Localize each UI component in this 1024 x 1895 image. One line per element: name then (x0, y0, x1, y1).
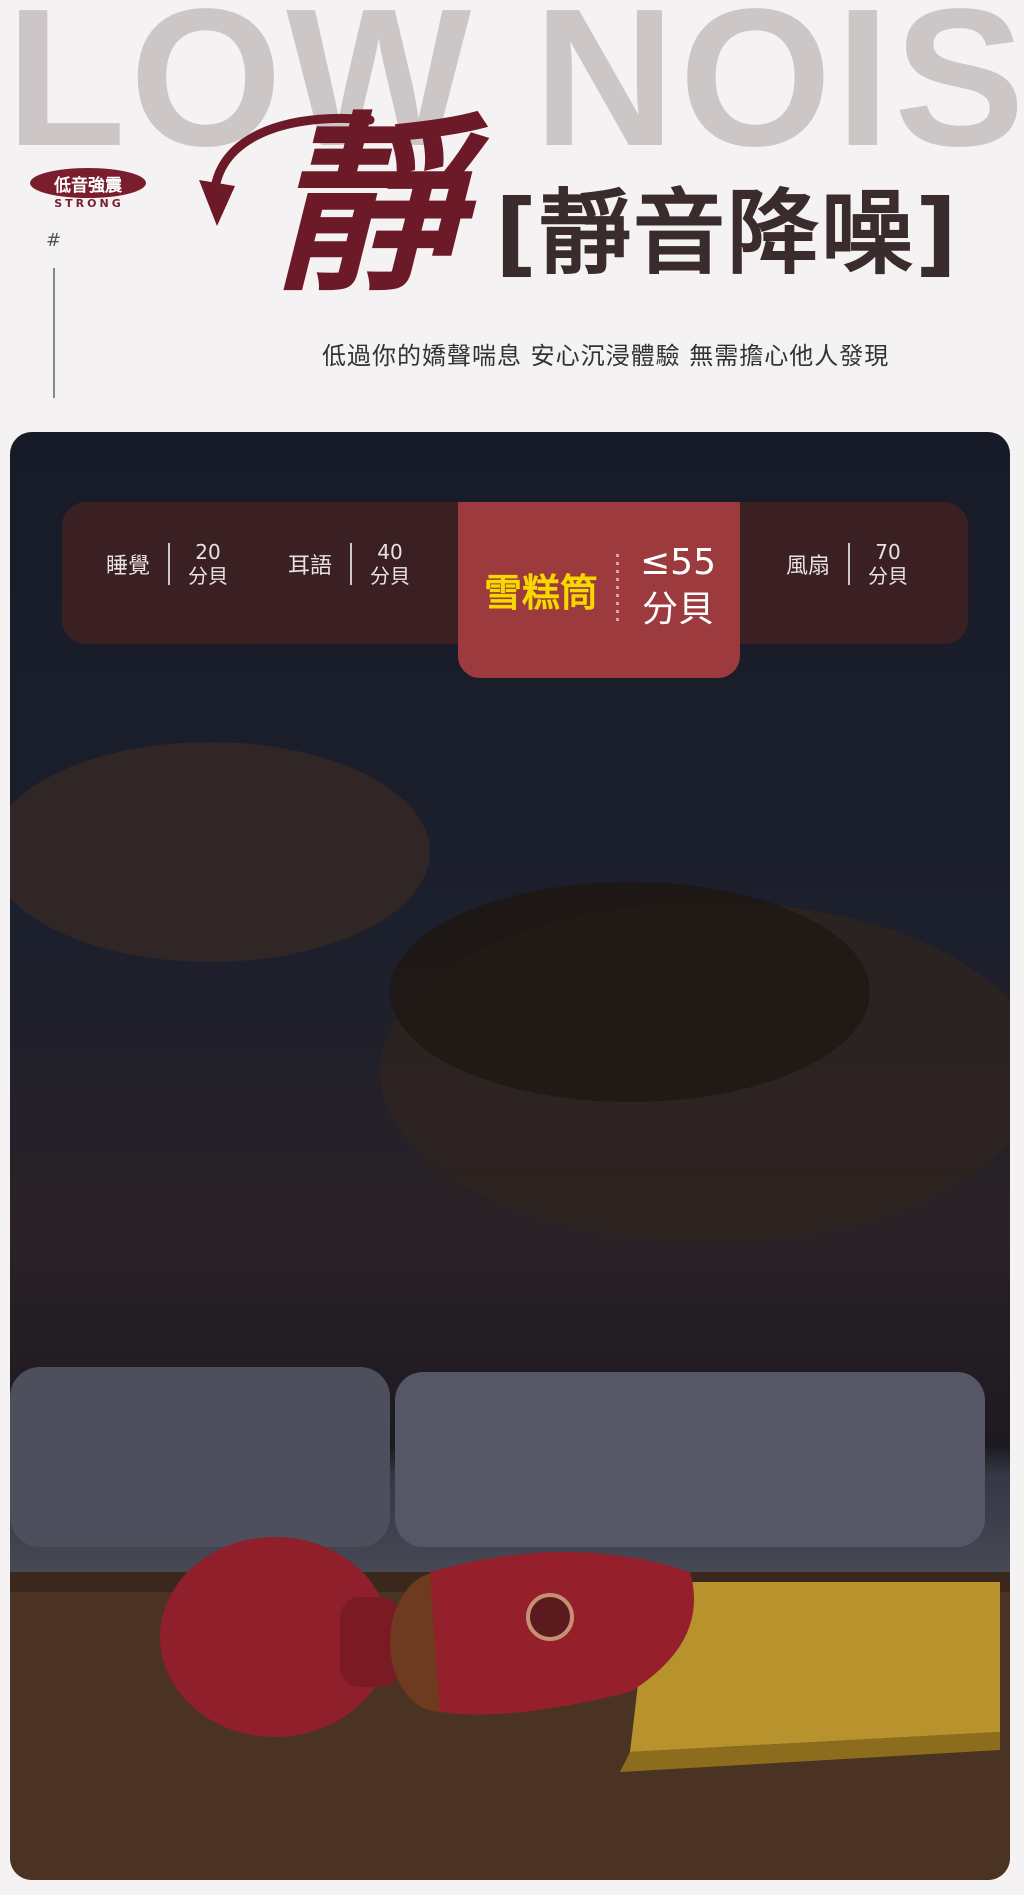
noise-item-unit: 分貝 (370, 564, 411, 588)
noise-item-unit: 分貝 (188, 564, 229, 588)
vertical-divider (53, 268, 55, 398)
noise-item-value: 20 (195, 540, 221, 564)
noise-item-unit: 分貝 (868, 564, 909, 588)
noise-item-fan: 風扇 70 分貝 (786, 540, 908, 588)
noise-item-divider (168, 543, 171, 585)
noise-item-value: 70 (875, 540, 901, 564)
strong-badge: 低音強震 (30, 168, 146, 198)
page-title: [靜音降噪] (495, 180, 960, 287)
noise-item-divider (848, 543, 851, 585)
highlight-product-name: 雪糕筒 (484, 571, 599, 615)
badge-text: 低音強震 (54, 175, 122, 196)
badge-subtext: STRONG (54, 197, 124, 210)
noise-item-value-group: 70 分貝 (868, 540, 908, 588)
highlight-dotted-divider (616, 554, 619, 624)
noise-item-value-group: 20 分貝 (188, 540, 228, 588)
noise-highlight-product: 雪糕筒 ≤55 分貝 (458, 502, 740, 678)
hash-mark: # (46, 230, 62, 251)
noise-item-value-group: 40 分貝 (370, 540, 410, 588)
highlight-unit: 分貝 (641, 588, 714, 630)
noise-item-label: 耳語 (288, 554, 333, 579)
noise-item-label: 風扇 (786, 554, 831, 579)
noise-item-whisper: 耳語 40 分貝 (288, 540, 410, 588)
product-photo: 睡覺 20 分貝 耳語 40 分貝 風扇 70 分貝 雪糕筒 ≤55 分貝 (10, 432, 1010, 1880)
background-headline: LOW NOISE (6, 0, 1024, 176)
quiet-character: 靜 (272, 96, 463, 317)
page-subtitle: 低過你的嬌聲喘息 安心沉浸體驗 無需擔心他人發現 (322, 342, 890, 370)
noise-item-value: 40 (377, 540, 403, 564)
highlight-value: ≤55 (640, 542, 716, 583)
noise-item-sleep: 睡覺 20 分貝 (106, 540, 228, 588)
noise-item-label: 睡覺 (106, 554, 151, 579)
highlight-value-group: ≤55 分貝 (640, 540, 716, 634)
noise-item-divider (350, 543, 353, 585)
